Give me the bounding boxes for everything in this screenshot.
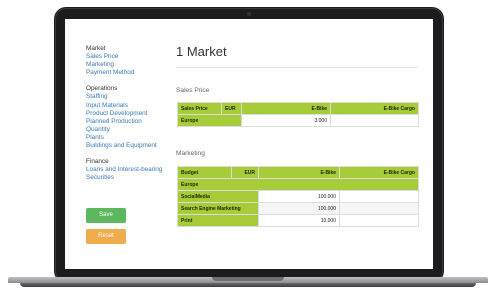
column-header: E-Bike Cargo (339, 166, 419, 179)
reset-button[interactable]: Reset (86, 229, 126, 244)
column-header: EUR (231, 166, 259, 179)
table-row: SocialMedia 100.000 (177, 190, 419, 203)
sidebar-item-securities[interactable]: Securities (86, 174, 168, 182)
row-label: Search Engine Marketing (177, 202, 259, 215)
page-title: 1 Market (176, 44, 227, 59)
laptop-base (0, 277, 496, 291)
sidebar-item-planned-production[interactable]: Planned Production (86, 118, 168, 126)
table-row: Search Engine Marketing 100.000 (177, 202, 419, 215)
row-label: Europe (177, 114, 242, 127)
table-row: Print 10.000 (177, 214, 419, 227)
column-header: E-Bike (241, 102, 331, 115)
sales-price-table: Sales Price EUR E-Bike E-Bike Cargo Euro… (177, 102, 419, 127)
sidebar-item-product-development[interactable]: Product Development (86, 110, 168, 118)
laptop-mockup: Market Sales Price Marketing Payment Met… (0, 0, 496, 291)
sidebar-item-plants[interactable]: Plants (86, 134, 168, 142)
sidebar-item-sales-price[interactable]: Sales Price (86, 53, 168, 61)
column-header: Budget (177, 166, 232, 179)
marketing-table: Budget EUR E-Bike E-Bike Cargo Europe So… (177, 166, 419, 227)
row-label: Print (177, 214, 259, 227)
ebike-price-input[interactable]: 3.000 (241, 114, 331, 127)
sidebar-group-operations: Operations Staffing Input Materials Prod… (86, 85, 168, 150)
table-header-row: Sales Price EUR E-Bike E-Bike Cargo (177, 102, 419, 115)
column-header: EUR (221, 102, 242, 115)
base-bottom (20, 283, 476, 287)
sidebar-item-marketing[interactable]: Marketing (86, 61, 168, 69)
title-divider (176, 67, 418, 68)
column-header: E-Bike Cargo (330, 102, 419, 115)
region-label: Europe (177, 178, 419, 191)
ebike-cargo-price-input[interactable] (330, 114, 419, 127)
sales-price-heading: Sales Price (176, 87, 210, 94)
camera-icon (247, 12, 251, 16)
table-header-row: Budget EUR E-Bike E-Bike Cargo (177, 166, 419, 179)
sem-ebike-input[interactable]: 100.000 (258, 202, 340, 215)
sidebar-heading-operations: Operations (86, 85, 118, 93)
table-row: Europe 3.000 (177, 114, 419, 127)
social-media-cargo-input[interactable] (339, 190, 419, 203)
sidebar-group-market: Market Sales Price Marketing Payment Met… (86, 45, 168, 77)
sidebar-heading-market: Market (86, 45, 106, 52)
sidebar-item-payment-method[interactable]: Payment Method (86, 69, 168, 77)
row-label: SocialMedia (177, 190, 259, 203)
sidebar-heading-finance: Finance (86, 158, 109, 166)
sidebar-item-loans[interactable]: Loans and Interest-bearing (86, 166, 168, 174)
sidebar-item-input-materials[interactable]: Input Materials (86, 102, 168, 110)
column-header: Sales Price (177, 102, 222, 115)
print-cargo-input[interactable] (339, 214, 419, 227)
sidebar-item-buildings-equipment[interactable]: Buildings and Equipment (86, 142, 168, 150)
sidebar-group-finance: Finance Loans and Interest-bearing Secur… (86, 158, 168, 182)
column-header: E-Bike (258, 166, 340, 179)
sidebar-nav: Market Sales Price Marketing Payment Met… (86, 45, 168, 190)
print-ebike-input[interactable]: 10.000 (258, 214, 340, 227)
marketing-heading: Marketing (176, 150, 205, 157)
social-media-ebike-input[interactable]: 100.000 (258, 190, 340, 203)
sem-cargo-input[interactable] (339, 202, 419, 215)
table-row: Europe (177, 178, 419, 191)
sidebar-item-quantity[interactable]: Quantity (86, 126, 168, 134)
base-notch (212, 277, 284, 281)
save-button[interactable]: Save (86, 208, 126, 223)
sidebar-item-staffing[interactable]: Staffing (86, 93, 168, 101)
